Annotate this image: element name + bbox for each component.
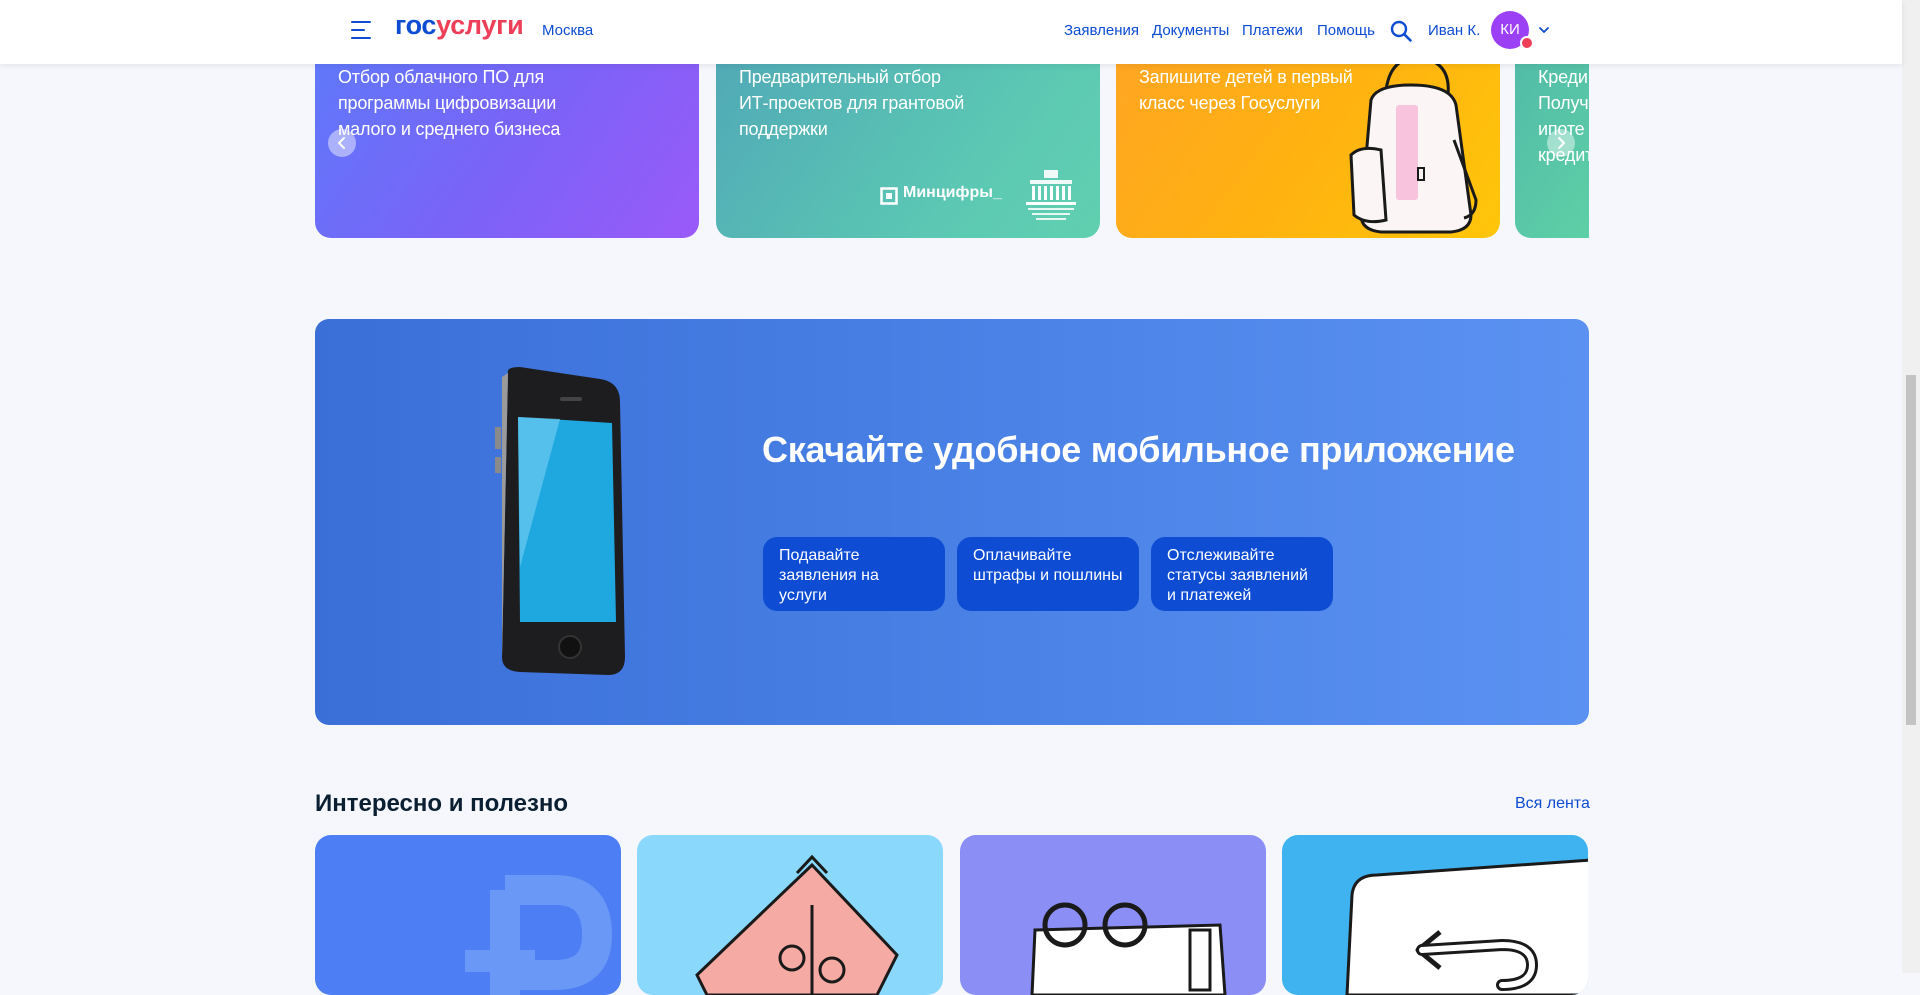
feed-tile-ruble[interactable]	[315, 835, 621, 995]
return-arrow-illustration	[1345, 858, 1588, 995]
feed-tile-document[interactable]	[637, 835, 943, 995]
document-illustration	[695, 854, 899, 995]
feed-tile-calendar[interactable]	[960, 835, 1266, 995]
chevron-down-icon[interactable]	[1537, 23, 1551, 37]
backpack-illustration	[1349, 56, 1478, 234]
city-selector[interactable]: Москва	[542, 22, 593, 39]
ruble-illustration	[465, 875, 613, 995]
feature-track-statuses[interactable]: Отслеживайте статусы заявлений и платеже…	[1151, 537, 1333, 611]
card-text: Запишите детей в первый класс через Госу…	[1139, 67, 1353, 113]
page-scrollbar[interactable]	[1902, 0, 1920, 973]
notification-dot	[1520, 36, 1534, 50]
feed-section-title: Интересно и полезно	[315, 790, 569, 817]
chevron-left-icon	[338, 137, 345, 149]
carousel-next-button[interactable]	[1547, 129, 1575, 157]
all-feed-link[interactable]: Вся лента	[1515, 795, 1590, 813]
carousel-prev-button[interactable]	[328, 129, 356, 157]
promo-title: Скачайте удобное мобильное приложение	[762, 429, 1515, 470]
user-name[interactable]: Иван К.	[1428, 22, 1480, 39]
nav-help[interactable]: Помощь	[1317, 22, 1375, 39]
card-text: Отбор облачного ПО для программы цифрови…	[338, 67, 561, 139]
mintsifry-logo-text: Минцифры_	[903, 184, 1002, 201]
menu-icon[interactable]	[351, 21, 375, 41]
feature-submit-applications[interactable]: Подавайте заявления на услуги	[763, 537, 945, 611]
mobile-app-banner[interactable]: Скачайте удобное мобильное приложение По…	[315, 319, 1589, 725]
scrollbar-thumb[interactable]	[1906, 375, 1916, 725]
nav-payments[interactable]: Платежи	[1242, 22, 1303, 39]
nav-applications[interactable]: Заявления	[1064, 22, 1139, 39]
logo-part-uslugi: услуги	[436, 10, 524, 40]
mintsifry-logo-icon	[880, 187, 898, 205]
feature-pay-fines[interactable]: Оплачивайте штрафы и пошлины	[957, 537, 1139, 611]
card-text: Предварительный отбор ИТ-проектов для гр…	[739, 67, 965, 139]
feed-tile-return[interactable]	[1282, 835, 1588, 995]
logo[interactable]: госуслуги	[395, 10, 524, 41]
nav-documents[interactable]: Документы	[1152, 22, 1229, 39]
header: госуслуги Москва Заявления Документы Пла…	[0, 0, 1902, 64]
search-icon[interactable]	[1389, 19, 1413, 43]
calendar-illustration	[1030, 902, 1227, 995]
logo-part-gos: гос	[395, 10, 437, 40]
chevron-right-icon	[1558, 137, 1565, 149]
government-logo-icon	[1026, 170, 1076, 220]
smartphone-illustration	[495, 367, 625, 675]
